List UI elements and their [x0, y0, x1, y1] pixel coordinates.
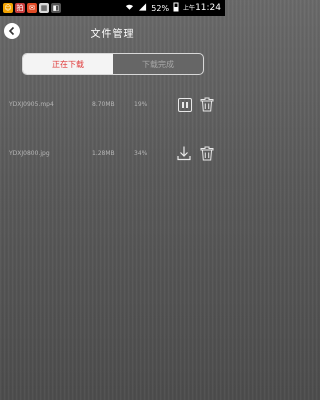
wifi-icon	[125, 3, 134, 13]
list-item: YDXJ0800.jpg 1.28MB 34%	[0, 140, 225, 166]
app-notification-icon: ▦	[39, 3, 49, 13]
download-icon	[177, 146, 191, 161]
tab-completed[interactable]: 下载完成	[113, 54, 203, 74]
app-notification-icon: ◧	[51, 3, 61, 13]
notification-icons: ☺ 拍 ✉ ▦ ◧	[0, 3, 61, 13]
file-size: 8.70MB	[92, 100, 115, 108]
file-name: YDXJ0905.mp4	[9, 100, 54, 108]
battery-icon	[173, 2, 179, 14]
download-progress: 19%	[134, 100, 148, 108]
app-notification-icon: ✉	[27, 3, 37, 13]
file-size: 1.28MB	[92, 149, 115, 157]
trash-icon	[200, 97, 214, 112]
signal-icon	[138, 3, 147, 13]
battery-percent: 52%	[151, 3, 170, 13]
delete-button[interactable]	[199, 145, 215, 161]
tab-switcher: 正在下载 下载完成	[22, 53, 204, 75]
list-item: YDXJ0905.mp4 8.70MB 19%	[0, 91, 225, 117]
download-button[interactable]	[176, 145, 192, 161]
trash-icon	[200, 146, 214, 161]
title-bar: 文件管理	[0, 16, 225, 48]
tab-downloading[interactable]: 正在下载	[23, 54, 113, 74]
clock: 上午11:24	[183, 3, 221, 13]
file-name: YDXJ0800.jpg	[9, 149, 50, 157]
app-notification-icon: ☺	[3, 3, 13, 13]
chevron-left-icon	[8, 26, 15, 36]
pause-button[interactable]	[178, 98, 192, 112]
status-bar: ☺ 拍 ✉ ▦ ◧ 52% 上午11:24	[0, 0, 225, 16]
download-progress: 34%	[134, 149, 148, 157]
page-title: 文件管理	[90, 28, 135, 40]
delete-button[interactable]	[199, 96, 215, 112]
app-notification-icon: 拍	[15, 3, 25, 13]
back-button[interactable]	[4, 23, 20, 39]
pause-icon	[182, 102, 184, 108]
